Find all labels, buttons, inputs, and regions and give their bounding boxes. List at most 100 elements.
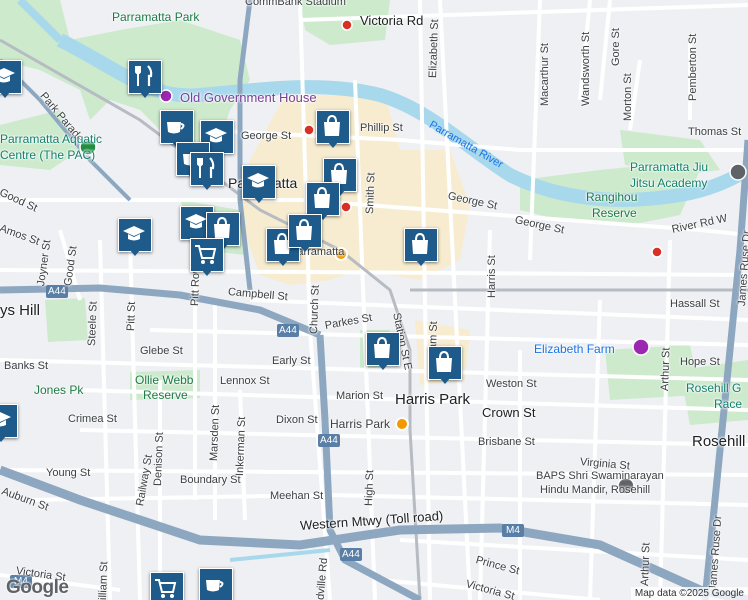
parramatta-park-label: Parramatta Park (112, 10, 200, 24)
hassall-st-label: Hassall St (670, 298, 720, 310)
aquatic-label-1: Parramatta Aquatic (0, 132, 103, 146)
victoria-rd-label: Victoria Rd (360, 13, 424, 28)
boundary-st-label: Boundary St (180, 474, 241, 486)
fork-knife-icon (197, 157, 215, 178)
lennox-st-label: Lennox St (220, 375, 270, 387)
weston-st-label: Weston St (486, 378, 537, 390)
centre-poi-icon (340, 201, 352, 213)
park-west-area (45, 298, 88, 342)
pemberton-st-label: Pemberton St (687, 33, 699, 101)
rangihou-label-2: Reserve (592, 206, 637, 220)
rangihou-label-1: Rangihou (586, 190, 638, 204)
shopping-bag-icon (436, 350, 452, 372)
fork-knife-icon (135, 65, 153, 86)
shopping-bag-icon (374, 336, 390, 358)
high-st-label: High St (363, 469, 377, 507)
arthur-st-south-label: Arthur St (639, 542, 653, 587)
crown-st-label: Crown St (482, 405, 536, 420)
map-attribution[interactable]: Map data ©2025 Google (630, 587, 748, 600)
rosehill-gardens-label-1: Rosehill G (686, 381, 742, 395)
restaurant-marker-park[interactable] (128, 60, 162, 100)
smith-st-label: Smith St (364, 172, 378, 215)
pitt-st-label: Pitt St (125, 301, 139, 332)
old-government-house-label: Old Government House (180, 90, 317, 105)
rosehill-gardens-label-2: Race (714, 397, 743, 411)
young-st-label: Young St (46, 467, 91, 479)
shopping-marker-station-2[interactable] (288, 214, 322, 254)
thomas-st-label: Thomas St (688, 126, 742, 138)
macarthur-st-label: Macarthur St (539, 43, 551, 106)
education-marker-sw[interactable] (0, 404, 18, 444)
restaurant-marker-church[interactable] (190, 152, 224, 192)
jiu-jitsu-label-1: Parramatta Jiu (630, 160, 709, 174)
meehan-st-label: Meehan St (270, 490, 324, 502)
graduation-cap-icon (185, 214, 207, 229)
grocery-marker[interactable] (190, 238, 224, 278)
coffee-cup-icon (206, 580, 224, 592)
graduation-cap-icon (0, 412, 11, 427)
creek (229, 548, 331, 562)
shopping-marker-parkes[interactable] (366, 332, 400, 372)
a44-shield-west: A44 (48, 286, 66, 297)
a44-shield-south: A44 (320, 435, 338, 446)
coffee-cup-icon (167, 122, 185, 134)
education-marker-nw[interactable] (0, 60, 22, 100)
shopping-marker-east[interactable] (404, 228, 438, 268)
commbank-stadium-label: CommBank Stadium (245, 0, 346, 8)
graduation-cap-icon (247, 173, 269, 188)
marsden-st-label: Marsden St (208, 404, 222, 462)
elizabeth-st-label: Elizabeth St (427, 19, 442, 79)
ollie-webb-label-2: Reserve (143, 388, 188, 402)
grocery-marker-south[interactable] (150, 572, 184, 600)
shopping-bag-icon (296, 218, 312, 240)
shopping-bag-icon (314, 186, 330, 208)
cafe-marker-south[interactable] (199, 568, 233, 600)
elizabeth-farm-label: Elizabeth Farm (534, 342, 615, 356)
phillip-st-poi-icon (303, 124, 315, 136)
morton-st-label: Morton St (622, 73, 634, 121)
elizabeth-farm-icon (632, 338, 650, 356)
crimea-st-label: Crimea St (68, 413, 117, 425)
map-canvas[interactable]: Parramatta Park Old Government House Com… (0, 0, 748, 600)
dixon-st-label: Dixon St (276, 414, 318, 426)
harris-st-label: Harris St (486, 255, 498, 298)
education-marker-west[interactable] (118, 218, 152, 258)
stadium-poi-icon (341, 19, 353, 31)
arthur-st-north-label: Arthur St (659, 347, 673, 392)
google-logo: Google (6, 577, 69, 598)
jiu-jitsu-icon (729, 163, 747, 181)
shopping-marker-harris-park[interactable] (428, 346, 462, 386)
inkerman-st-label: Inkerman St (234, 416, 249, 477)
jones-pk-label: Jones Pk (34, 383, 84, 397)
ollie-webb-label-1: Ollie Webb (135, 373, 194, 387)
graduation-cap-icon (123, 226, 145, 241)
gore-st-label: Gore St (610, 28, 622, 66)
m4-shield-east: M4 (506, 525, 520, 536)
glebe-st-label: Glebe St (140, 345, 183, 357)
education-marker-church[interactable] (242, 165, 276, 205)
a44-shield-centre: A44 (279, 325, 297, 336)
church-st-label: Church St (308, 284, 322, 335)
william-st-label: illiam St (97, 561, 111, 600)
rosehill-label: Rosehill (692, 433, 746, 450)
banks-st-label: Banks St (4, 360, 49, 372)
brisbane-st-label: Brisbane St (478, 436, 535, 448)
harris-park-station-label: Harris Park (330, 417, 391, 431)
early-st-label: Early St (272, 355, 311, 367)
shopping-bag-icon (412, 232, 428, 254)
shopping-marker-phillip[interactable] (316, 110, 350, 150)
aquatic-label-2: Centre (The PAC) (0, 148, 96, 162)
hope-st-label: Hope St (680, 356, 720, 368)
shopping-bag-icon (214, 216, 230, 238)
map-base-layer (0, 0, 748, 600)
phillip-st-label: Phillip St (360, 122, 403, 134)
shopping-cart-icon (155, 579, 177, 598)
river-rd-poi-icon (651, 246, 663, 258)
baps-label-1: BAPS Shri Swaminarayan (536, 470, 664, 482)
graduation-cap-icon (0, 68, 15, 83)
shopping-cart-icon (195, 245, 217, 264)
harris-hill-label: ys Hill (0, 302, 40, 319)
harris-park-label: Harris Park (395, 391, 471, 408)
wandsworth-st-label: Wandsworth St (580, 31, 592, 106)
baps-label-2: Hindu Mandir, Rosehill (540, 484, 651, 496)
